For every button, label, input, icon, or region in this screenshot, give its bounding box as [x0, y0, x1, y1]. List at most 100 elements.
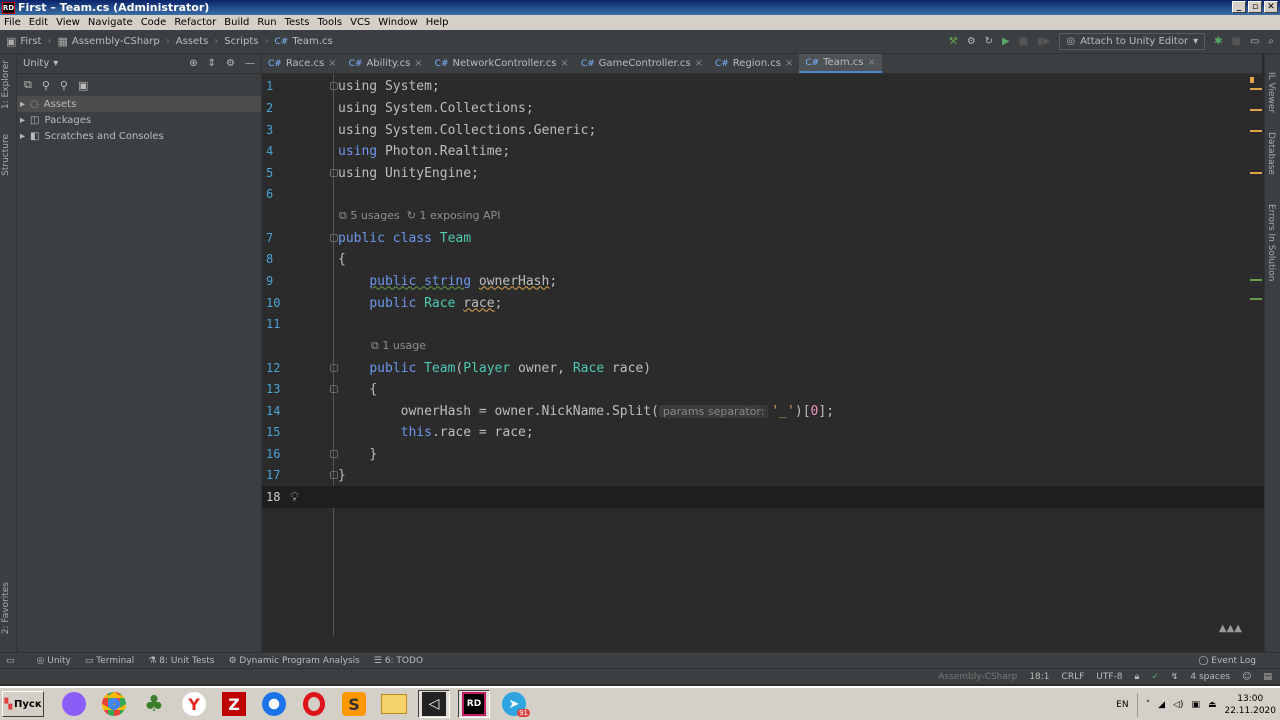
- breadcrumb-item[interactable]: Assets: [176, 36, 209, 47]
- event-log-button[interactable]: ◯ Event Log: [1198, 656, 1256, 666]
- thunderbird-app-icon[interactable]: [258, 690, 290, 718]
- menu-navigate[interactable]: Navigate: [84, 17, 137, 28]
- menu-window[interactable]: Window: [374, 17, 421, 28]
- volume-icon[interactable]: ◁): [1173, 700, 1183, 710]
- menu-build[interactable]: Build: [220, 17, 253, 28]
- menu-code[interactable]: Code: [137, 17, 171, 28]
- menu-view[interactable]: View: [52, 17, 84, 28]
- memory-icon[interactable]: ▤: [1263, 672, 1272, 682]
- settings-run-icon[interactable]: ⚙: [967, 36, 976, 47]
- explorer-app-icon[interactable]: [378, 690, 410, 718]
- filter-icon[interactable]: ⚲: [42, 79, 50, 92]
- opera-app-icon[interactable]: [298, 690, 330, 718]
- minimize-button[interactable]: _: [1232, 1, 1246, 13]
- warning-marker[interactable]: [1250, 130, 1262, 132]
- tree-app-icon[interactable]: ♣: [138, 690, 170, 718]
- il-viewer-tool-tab[interactable]: IL Viewer: [1266, 72, 1276, 113]
- chevron-down-icon[interactable]: ▾: [53, 58, 58, 69]
- menu-tests[interactable]: Tests: [281, 17, 314, 28]
- warning-marker[interactable]: [1250, 172, 1262, 174]
- inspection-status-icon[interactable]: [1250, 77, 1254, 83]
- clock[interactable]: 13:00 22.11.2020: [1224, 693, 1276, 717]
- attach-to-unity-dropdown[interactable]: ◎ Attach to Unity Editor ▾: [1059, 33, 1206, 50]
- fold-marker-icon[interactable]: [330, 471, 338, 479]
- fold-marker-icon[interactable]: [330, 450, 338, 458]
- hide-icon[interactable]: —: [245, 58, 255, 69]
- warning-marker[interactable]: [1250, 109, 1262, 111]
- tab-region[interactable]: C# Region.cs ×: [709, 54, 799, 73]
- errors-tool-tab[interactable]: Errors In Solution: [1266, 204, 1276, 281]
- locate-icon[interactable]: ⊕: [189, 58, 197, 69]
- tool-tab-dpa[interactable]: ⚙ Dynamic Program Analysis: [228, 656, 359, 666]
- maximize-button[interactable]: ▫: [1248, 1, 1262, 13]
- toggle-panels-icon[interactable]: ▭: [6, 656, 15, 666]
- rider-app-icon[interactable]: RD: [458, 690, 490, 718]
- warning-marker[interactable]: [1250, 88, 1262, 90]
- fold-marker-icon[interactable]: [330, 234, 338, 242]
- inspector-icon[interactable]: ☺: [1242, 672, 1251, 682]
- expand-arrow-icon[interactable]: ▸: [20, 115, 25, 126]
- build-icon[interactable]: ⚒: [949, 36, 958, 47]
- chrome-app-icon[interactable]: [98, 690, 130, 718]
- close-icon[interactable]: ×: [785, 58, 793, 69]
- expand-arrow-icon[interactable]: ▸: [20, 99, 25, 110]
- favorites-tool-tab[interactable]: 2: Favorites: [1, 582, 11, 634]
- check-icon[interactable]: ✓: [1151, 672, 1159, 682]
- file-encoding[interactable]: UTF-8: [1096, 672, 1122, 682]
- start-button[interactable]: ▚ Пуск: [2, 691, 44, 717]
- fold-marker-icon[interactable]: [330, 82, 338, 90]
- breadcrumb-item[interactable]: Team.cs: [292, 36, 332, 47]
- breadcrumb-item[interactable]: Assembly-CSharp: [72, 36, 160, 47]
- tool-tab-todo[interactable]: ☰ 6: TODO: [374, 656, 423, 666]
- sublime-app-icon[interactable]: S: [338, 690, 370, 718]
- menu-refactor[interactable]: Refactor: [170, 17, 220, 28]
- close-icon[interactable]: ×: [328, 58, 336, 69]
- tool-tab-terminal[interactable]: ▭ Terminal: [85, 656, 134, 666]
- menu-help[interactable]: Help: [422, 17, 453, 28]
- codevision-hint[interactable]: ⧉ 5 usages ↻ 1 exposing API: [339, 209, 500, 223]
- collapse-icon[interactable]: ⇕: [208, 58, 216, 69]
- tool-tab-unity[interactable]: ◎ Unity: [37, 656, 71, 666]
- line-separator[interactable]: CRLF: [1062, 672, 1085, 682]
- fold-marker-icon[interactable]: [330, 385, 338, 393]
- explorer-tool-tab[interactable]: 1: Explorer: [1, 60, 11, 109]
- breadcrumb-item[interactable]: Scripts: [224, 36, 258, 47]
- filter-down-icon[interactable]: ⚲: [60, 79, 68, 92]
- show-all-icon[interactable]: ⧉: [24, 78, 32, 92]
- unity-view-selector[interactable]: Unity: [23, 58, 49, 69]
- menu-file[interactable]: File: [0, 17, 25, 28]
- alice-app-icon[interactable]: [58, 690, 90, 718]
- menu-vcs[interactable]: VCS: [346, 17, 374, 28]
- tab-gamecontroller[interactable]: C# GameController.cs ×: [575, 54, 709, 73]
- menu-edit[interactable]: Edit: [25, 17, 52, 28]
- tab-race[interactable]: C# Race.cs ×: [262, 54, 343, 73]
- tree-item-packages[interactable]: ▸ ◫ Packages: [17, 112, 261, 128]
- network-icon[interactable]: ◢: [1158, 700, 1165, 710]
- tab-networkcontroller[interactable]: C# NetworkController.cs ×: [429, 54, 575, 73]
- tree-item-assets[interactable]: ▸ ◌ Assets: [17, 96, 261, 112]
- lock-icon[interactable]: 🔒︎: [1135, 672, 1140, 682]
- usb-icon[interactable]: ⏏: [1208, 700, 1217, 710]
- debug-icon[interactable]: ✱: [1214, 36, 1222, 47]
- filezilla-app-icon[interactable]: Z: [218, 690, 250, 718]
- caret-position[interactable]: 18:1: [1029, 672, 1049, 682]
- project-context[interactable]: Assembly-CSharp: [938, 672, 1017, 682]
- structure-tool-tab[interactable]: Structure: [1, 134, 11, 176]
- close-icon[interactable]: ×: [695, 58, 703, 69]
- yandex-app-icon[interactable]: Y: [178, 690, 210, 718]
- language-indicator[interactable]: EN: [1116, 700, 1128, 710]
- code-editor[interactable]: 1 using System; 2 using System.Collections…: [262, 74, 1264, 636]
- codevision-hint[interactable]: ⧉ 1 usage: [371, 339, 426, 353]
- close-icon[interactable]: ×: [560, 58, 568, 69]
- gear-icon[interactable]: ⚙: [226, 58, 235, 69]
- breadcrumb-item[interactable]: First: [20, 36, 41, 47]
- menu-run[interactable]: Run: [253, 17, 280, 28]
- close-icon[interactable]: ×: [867, 57, 875, 68]
- fold-marker-icon[interactable]: [330, 364, 338, 372]
- tool-tab-unit-tests[interactable]: ⚗ 8: Unit Tests: [148, 656, 214, 666]
- lightning-icon[interactable]: ↯: [1171, 672, 1179, 682]
- unity-app-icon[interactable]: ◁: [418, 690, 450, 718]
- run-icon[interactable]: ▶: [1002, 36, 1010, 47]
- preview-icon[interactable]: ▣: [78, 79, 88, 92]
- menu-tools[interactable]: Tools: [313, 17, 346, 28]
